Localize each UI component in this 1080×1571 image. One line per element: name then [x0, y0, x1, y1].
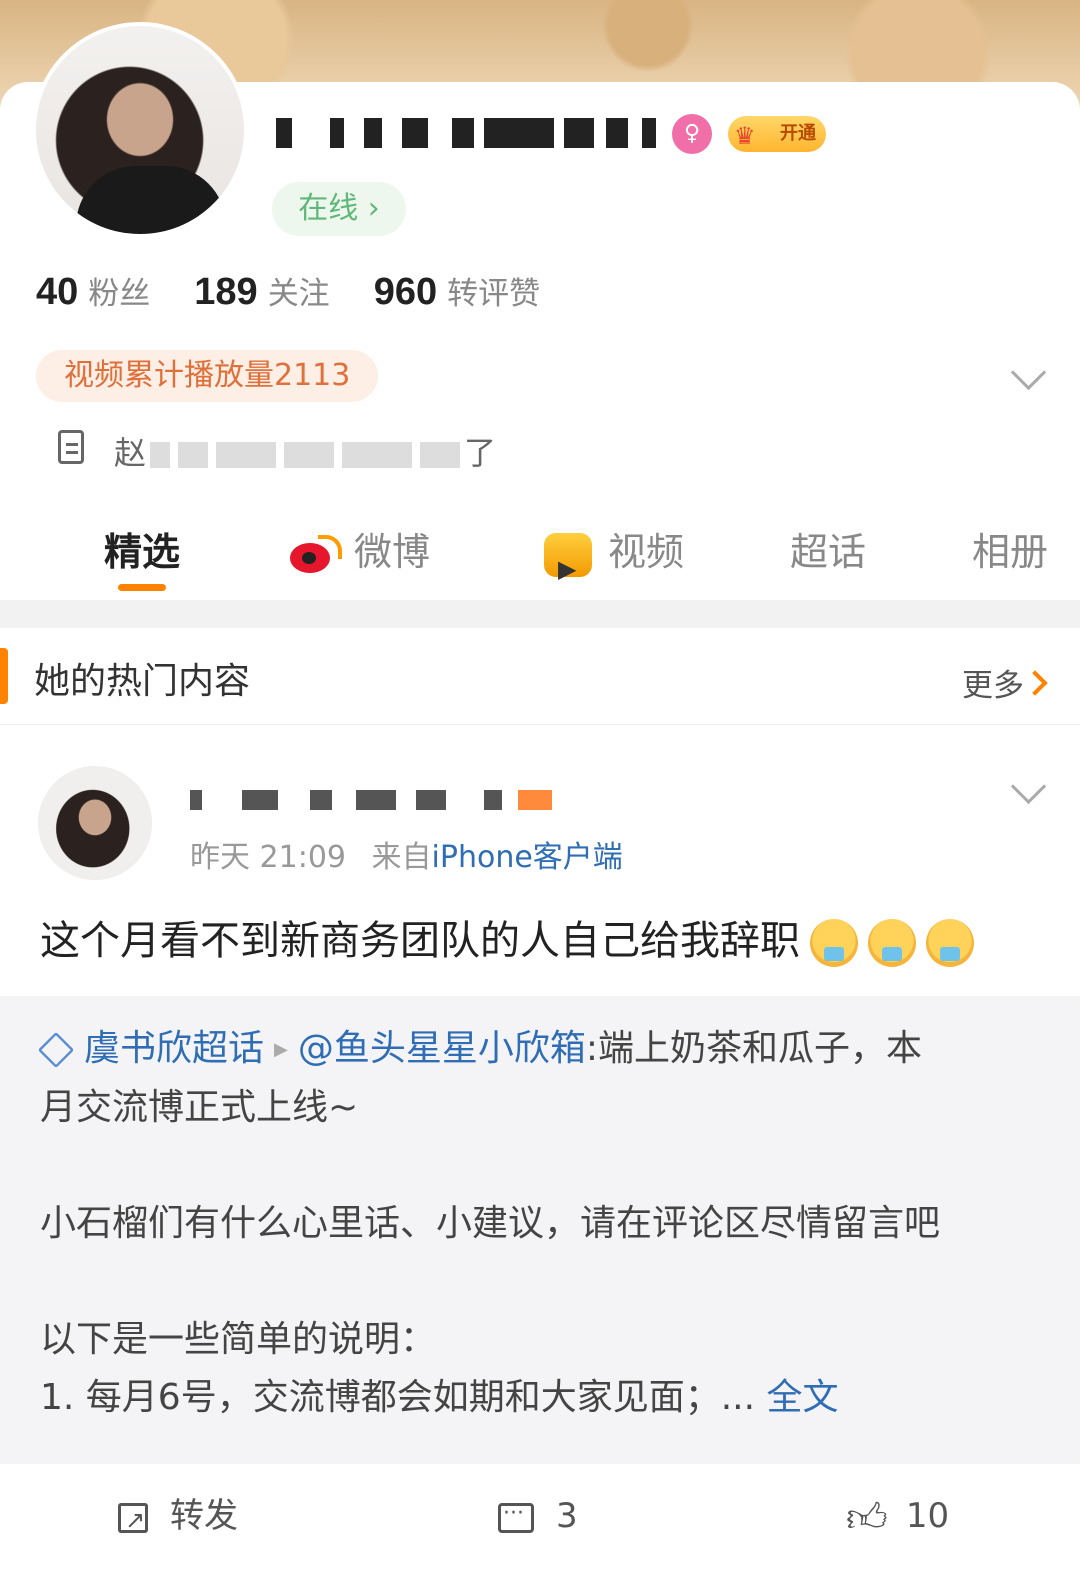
comment-button[interactable]: 3: [498, 1492, 578, 1538]
stat-fans[interactable]: 40 粉丝: [36, 268, 150, 314]
share-icon: [118, 1498, 148, 1542]
tab-video[interactable]: 视频: [544, 522, 684, 599]
video-play-count-badge[interactable]: 视频累计播放量2113: [36, 350, 379, 402]
section-title: 她的热门内容: [34, 661, 251, 702]
post-card[interactable]: 昨天 21:09 来自iPhone客户端 这个月看不到新商务团队的人自己给我辞职…: [0, 724, 1080, 1571]
weibo-icon: [288, 534, 342, 575]
tab-featured[interactable]: 精选: [104, 522, 180, 582]
stat-following[interactable]: 189 关注: [194, 268, 329, 314]
more-link[interactable]: 更多: [962, 660, 1024, 705]
post-menu-chevron-icon[interactable]: [1010, 768, 1047, 805]
thumbs-up-icon: 👍︎: [846, 1494, 888, 1541]
vomit-emoji-icon: [926, 919, 974, 967]
female-icon: ♀: [672, 114, 712, 154]
tab-super-topic[interactable]: 超话: [790, 522, 866, 582]
active-tab-indicator: [118, 584, 166, 591]
crown-icon: ♛: [734, 122, 756, 150]
post-author-avatar[interactable]: [38, 766, 152, 880]
hot-content-header: 她的热门内容 更多: [0, 628, 1080, 725]
post-body-text: 这个月看不到新商务团队的人自己给我辞职: [40, 908, 974, 967]
like-button[interactable]: 👍︎ 10: [846, 1494, 949, 1541]
vomit-emoji-icon: [868, 919, 916, 967]
super-topic-link[interactable]: 虞书欣超话: [37, 1028, 264, 1069]
super-topic-icon: [37, 1031, 75, 1069]
vip-open-badge[interactable]: ♛ 开通: [728, 116, 826, 152]
post-source[interactable]: iPhone客户端: [432, 840, 623, 875]
section-accent-bar: [0, 648, 8, 704]
tab-weibo[interactable]: 微博: [288, 522, 430, 582]
triangle-icon: ▶: [274, 1039, 288, 1060]
video-icon: [544, 532, 592, 599]
section-divider: [0, 600, 1080, 628]
post-time: 昨天 21:09: [190, 840, 346, 875]
mention-link[interactable]: @鱼头星星小欣箱: [298, 1028, 586, 1069]
share-button[interactable]: 转发: [118, 1494, 238, 1542]
post-actions: 转发 3 👍︎10: [0, 1464, 1080, 1564]
vomit-emoji-icon: [810, 919, 858, 967]
comment-icon: [498, 1492, 534, 1536]
post-author-name-blurred[interactable]: [190, 784, 560, 814]
full-text-link[interactable]: 全文: [766, 1377, 838, 1418]
online-status[interactable]: 在线 ›: [272, 182, 406, 236]
stat-interactions[interactable]: 960 转评赞: [374, 268, 540, 314]
chevron-right-icon[interactable]: [1022, 670, 1048, 696]
expand-profile-chevron-icon[interactable]: [1010, 354, 1047, 391]
document-icon: [58, 430, 84, 464]
profile-username-blurred: [276, 112, 656, 152]
post-meta: 昨天 21:09 来自iPhone客户端: [190, 840, 623, 875]
tab-album[interactable]: 相册: [972, 522, 1048, 582]
profile-stats: 40 粉丝 189 关注 960 转评赞: [36, 268, 584, 318]
profile-avatar[interactable]: [36, 26, 244, 234]
reposted-content[interactable]: 虞书欣超话 ▶ @鱼头星星小欣箱:端上奶茶和瓜子，本 月交流博正式上线~ 小石榴们有…: [0, 996, 1080, 1464]
